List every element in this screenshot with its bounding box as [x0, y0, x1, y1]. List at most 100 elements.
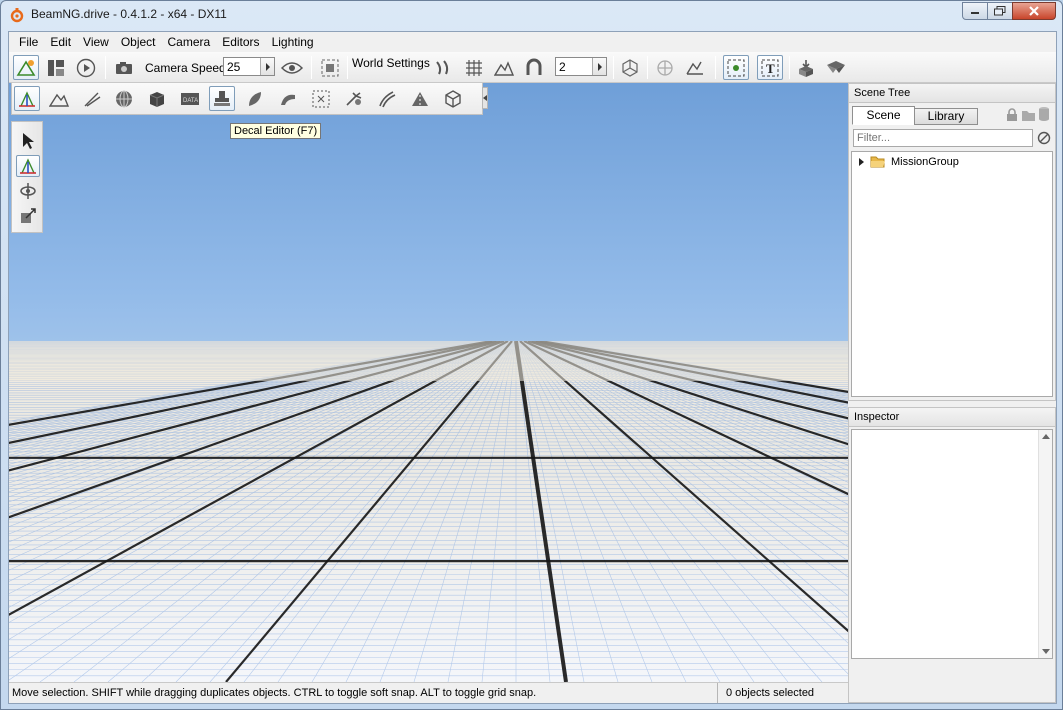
scale-gizmo-icon	[21, 208, 36, 223]
select-tool-button[interactable]	[16, 130, 40, 152]
box-icon	[149, 91, 165, 107]
play-button[interactable]	[73, 55, 99, 80]
visibility-button[interactable]	[279, 55, 305, 80]
clear-filter-icon[interactable]	[1037, 131, 1051, 145]
inspector-scrollbar[interactable]	[1038, 430, 1052, 658]
stamp-icon	[214, 90, 230, 106]
inspector-content	[851, 429, 1053, 659]
status-bar: Move selection. SHIFT while dragging dup…	[9, 682, 848, 703]
ground-grid	[9, 341, 848, 682]
fit-view-icon	[321, 59, 339, 76]
close-button[interactable]	[1012, 2, 1056, 20]
drop-object-button[interactable]	[793, 55, 819, 80]
text-labels-button[interactable]: T	[757, 55, 783, 80]
snap-to-terrain-button[interactable]	[431, 55, 457, 80]
tab-scene[interactable]: Scene	[852, 106, 915, 125]
world-settings-label: World Settings	[352, 56, 430, 70]
window-title: BeamNG.drive - 0.4.1.2 - x64 - DX11	[31, 7, 227, 21]
camera-speed-field[interactable]: 25	[223, 57, 275, 76]
move-gizmo-icon	[20, 158, 36, 174]
sphere-icon	[116, 90, 132, 107]
folder-icon	[870, 156, 885, 168]
move-tool-button[interactable]	[16, 155, 40, 177]
snap-size-arrow[interactable]	[592, 58, 606, 75]
menu-view[interactable]: View	[77, 32, 115, 52]
database-icon[interactable]	[1038, 106, 1050, 122]
status-message: Move selection. SHIFT while dragging dup…	[9, 683, 718, 703]
shape-editor-button[interactable]	[440, 86, 466, 111]
tree-item-missiongroup[interactable]: MissionGroup	[858, 155, 959, 168]
magnet-icon	[526, 58, 542, 75]
terrain-painter-button[interactable]	[79, 86, 105, 111]
magnet-curve-icon	[436, 59, 449, 74]
editor-client: File Edit View Object Camera Editors Lig…	[8, 31, 1057, 704]
area-icon	[312, 90, 330, 107]
minimize-button[interactable]	[962, 2, 988, 20]
material-editor-button[interactable]	[111, 86, 137, 111]
terrain-edit-icon	[686, 61, 703, 75]
add-object-button[interactable]	[652, 55, 678, 80]
lock-icon[interactable]	[1005, 108, 1019, 122]
scene-tree-title: Scene Tree	[848, 83, 1056, 103]
mesh-road-icon	[281, 94, 295, 105]
chevron-left-icon	[483, 95, 487, 101]
menu-object[interactable]: Object	[115, 32, 162, 52]
toolbar-expand-handle[interactable]	[482, 87, 488, 109]
folder-add-icon[interactable]	[1021, 108, 1036, 122]
scroll-down-icon[interactable]	[1042, 649, 1050, 655]
river-editor-button[interactable]	[374, 86, 400, 111]
menu-file[interactable]: File	[13, 32, 44, 52]
rotate-tool-button[interactable]	[16, 180, 40, 202]
menu-camera[interactable]: Camera	[162, 32, 217, 52]
grid-icon	[466, 59, 482, 76]
particle-editor-button[interactable]	[341, 86, 367, 111]
menu-lighting[interactable]: Lighting	[266, 32, 320, 52]
terrain-snap-button[interactable]	[491, 55, 517, 80]
expand-arrow-icon[interactable]	[858, 157, 866, 166]
gui-editor-button[interactable]	[43, 55, 69, 80]
maximize-button[interactable]	[987, 2, 1013, 20]
datablock-editor-button[interactable]: DATA	[177, 86, 203, 111]
terrain-tool-button[interactable]	[682, 55, 708, 80]
camera-speed-arrow[interactable]	[260, 58, 274, 75]
snap-size-field[interactable]: 2	[555, 57, 607, 76]
decal-editor-button[interactable]	[209, 86, 235, 111]
object-editor-button[interactable]	[14, 86, 40, 111]
sketch-editor-button[interactable]	[144, 86, 170, 111]
scroll-up-icon[interactable]	[1042, 433, 1050, 439]
menu-edit[interactable]: Edit	[44, 32, 77, 52]
text-icon: T	[761, 59, 779, 76]
mesh-road-editor-button[interactable]	[275, 86, 301, 111]
terrain-editor-button[interactable]	[46, 86, 72, 111]
title-bar[interactable]: BeamNG.drive - 0.4.1.2 - x64 - DX11	[1, 1, 1062, 29]
menu-editors[interactable]: Editors	[216, 32, 265, 52]
grid-snap-button[interactable]	[461, 55, 487, 80]
scene-tree-panel: Scene Library MissionGroup	[848, 103, 1056, 401]
camera-button[interactable]	[111, 55, 137, 80]
tab-library[interactable]: Library	[914, 108, 978, 125]
svg-text:T: T	[766, 61, 775, 76]
wire-cube-icon	[445, 89, 461, 108]
fit-view-button[interactable]	[317, 55, 343, 80]
3d-viewport[interactable]: DATA Decal Editor (F7)	[9, 83, 848, 682]
world-editor-button[interactable]	[13, 55, 39, 80]
selection-mode-button[interactable]	[723, 55, 749, 80]
inspector-title: Inspector	[848, 407, 1056, 427]
selection-count: 0 objects selected	[726, 687, 815, 699]
particle-icon	[346, 91, 362, 106]
terrain-icon	[494, 60, 514, 76]
mission-area-editor-button[interactable]	[308, 86, 334, 111]
road-editor-button[interactable]	[407, 86, 433, 111]
close-icon	[1029, 6, 1039, 16]
cursor-arrow-icon	[23, 133, 34, 149]
soft-snap-button[interactable]	[521, 55, 547, 80]
forest-editor-button[interactable]	[242, 86, 268, 111]
axis-gizmo-icon	[19, 90, 35, 107]
scene-filter-input[interactable]	[853, 129, 1033, 147]
tree-item-label: MissionGroup	[891, 155, 959, 168]
drop-at-camera-button[interactable]	[823, 55, 849, 80]
editor-toolbar: DATA	[11, 83, 488, 115]
scale-tool-button[interactable]	[16, 205, 40, 227]
cube-wire-icon	[622, 58, 638, 77]
object-transform-button[interactable]	[617, 55, 643, 80]
